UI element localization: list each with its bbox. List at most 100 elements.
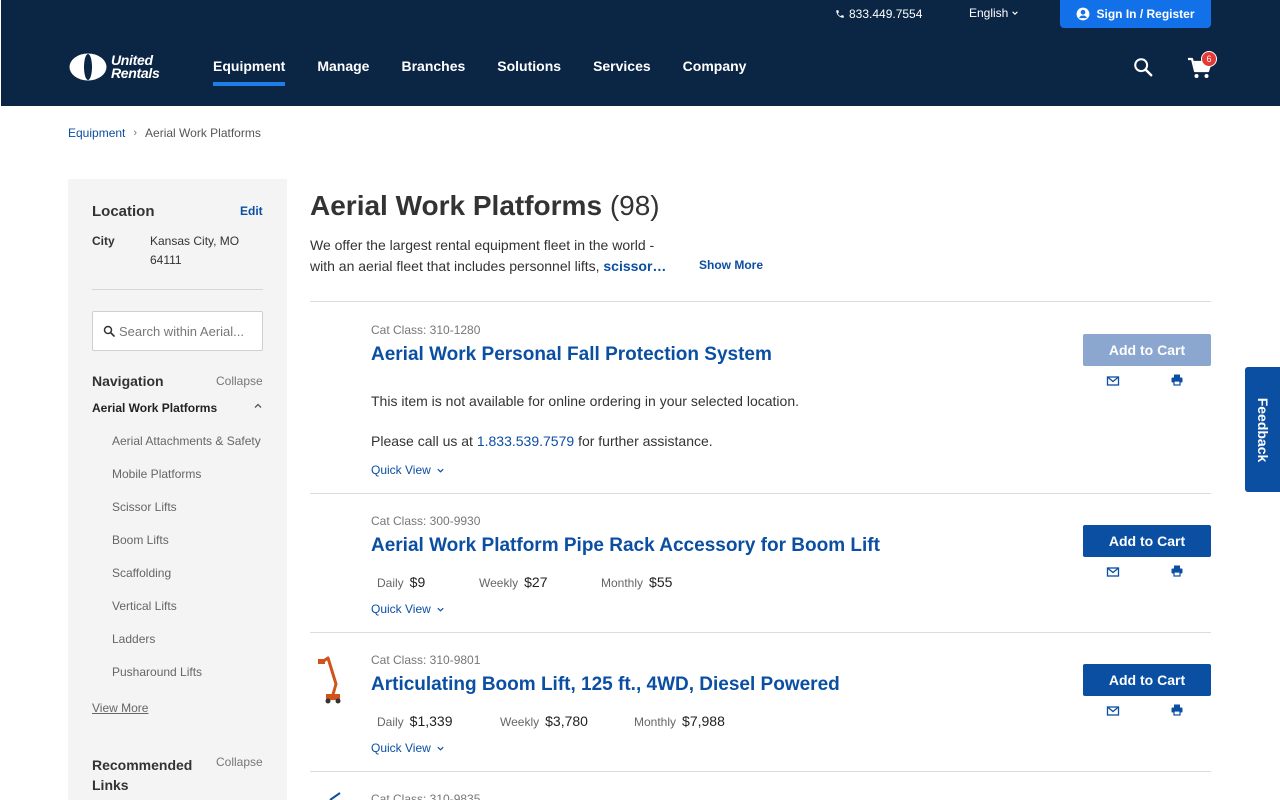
breadcrumb-current: Aerial Work Platforms: [145, 126, 261, 140]
sidebar-item-mobile-platforms[interactable]: Mobile Platforms: [112, 467, 201, 481]
description-highlight-link[interactable]: scissor…: [603, 258, 666, 274]
logo-line-2: Rentals: [111, 65, 160, 81]
city-value: Kansas City, MO 64111: [150, 232, 260, 270]
language-label: English: [969, 6, 1009, 20]
nav-branches[interactable]: Branches: [401, 58, 465, 82]
site-header: 833.449.7554 English Sign In / Register …: [0, 0, 1280, 106]
print-icon[interactable]: [1170, 703, 1184, 717]
sidebar-divider: [92, 289, 263, 290]
monthly-rate: Monthly $55: [601, 574, 672, 590]
phone-icon: [836, 10, 844, 18]
email-icon[interactable]: [1106, 704, 1120, 718]
monthly-price: $55: [649, 574, 673, 590]
product-cat-class: Cat Class: 300-9930: [371, 514, 481, 528]
description-line-2: with an aerial fleet that includes perso…: [310, 256, 680, 277]
email-icon[interactable]: [1106, 374, 1120, 388]
weekly-label: Weekly: [479, 576, 519, 590]
boom-lift-image[interactable]: [314, 654, 346, 704]
add-to-cart-button[interactable]: Add to Cart: [1083, 334, 1211, 366]
recommended-line-1: Recommended: [92, 757, 193, 773]
weekly-rate: Weekly $3,780: [500, 713, 588, 729]
quick-view-label: Quick View: [371, 463, 431, 477]
quick-view-label: Quick View: [371, 602, 431, 616]
chevron-down-icon: [437, 468, 444, 473]
filter-sidebar: Location Edit City Kansas City, MO 64111…: [68, 179, 287, 800]
navigation-title: Navigation: [92, 373, 164, 389]
description-line-2-text: with an aerial fleet that includes perso…: [310, 258, 600, 274]
divider: [310, 493, 1211, 494]
nav-solutions[interactable]: Solutions: [497, 58, 561, 82]
sign-in-label: Sign In / Register: [1096, 7, 1195, 21]
chevron-down-icon: [1012, 11, 1019, 15]
product-title-link[interactable]: Articulating Boom Lift, 125 ft., 4WD, Di…: [371, 674, 840, 696]
language-selector[interactable]: English: [969, 6, 1019, 20]
logo-mark-icon: [69, 53, 107, 81]
monthly-price: $7,988: [682, 713, 725, 729]
product-cat-class: Cat Class: 310-1280: [371, 323, 481, 337]
chevron-down-icon: [437, 607, 444, 612]
product-image[interactable]: [326, 792, 344, 800]
quick-view-toggle[interactable]: Quick View: [371, 463, 445, 477]
navigation-collapse-link[interactable]: Collapse: [216, 374, 263, 388]
recommended-collapse-link[interactable]: Collapse: [216, 755, 263, 769]
quick-view-toggle[interactable]: Quick View: [371, 741, 445, 755]
monthly-label: Monthly: [601, 576, 644, 590]
breadcrumb-equipment-link[interactable]: Equipment: [68, 126, 125, 140]
product-title-link[interactable]: Aerial Work Personal Fall Protection Sys…: [371, 344, 772, 366]
chevron-up-icon[interactable]: [253, 401, 263, 411]
sidebar-search-input[interactable]: [119, 323, 259, 339]
description-line-1: We offer the largest rental equipment fl…: [310, 237, 655, 253]
user-icon: [1077, 7, 1090, 21]
recommended-line-2: Links: [92, 777, 129, 793]
page-title: Aerial Work Platforms (98): [310, 190, 660, 222]
search-icon[interactable]: [1132, 56, 1154, 78]
call-phone-link[interactable]: 1.833.539.7579: [477, 433, 574, 449]
header-phone-number: 833.449.7554: [849, 7, 923, 21]
daily-rate: Daily $9: [377, 574, 425, 590]
show-more-link[interactable]: Show More: [699, 258, 763, 272]
divider: [310, 632, 1211, 633]
add-to-cart-button[interactable]: Add to Cart: [1083, 664, 1211, 696]
nav-company[interactable]: Company: [683, 58, 747, 82]
daily-price: $9: [409, 574, 426, 590]
email-icon[interactable]: [1106, 565, 1120, 579]
product-call-notice: Please call us at 1.833.539.7579 for fur…: [371, 433, 713, 449]
breadcrumb: Equipment › Aerial Work Platforms: [68, 126, 261, 140]
sidebar-item-ladders[interactable]: Ladders: [112, 632, 155, 646]
product-unavailable-notice: This item is not available for online or…: [371, 393, 800, 409]
monthly-label: Monthly: [634, 715, 677, 729]
product-cat-class: Cat Class: 310-9801: [371, 653, 481, 667]
sidebar-item-boom-lifts[interactable]: Boom Lifts: [112, 533, 169, 547]
print-icon[interactable]: [1170, 373, 1184, 387]
call-notice-post: for further assistance.: [578, 433, 713, 449]
sidebar-item-pusharound-lifts[interactable]: Pusharound Lifts: [112, 665, 202, 679]
print-icon[interactable]: [1170, 564, 1184, 578]
feedback-tab[interactable]: Feedback: [1245, 367, 1280, 492]
chevron-down-icon: [437, 746, 444, 751]
location-edit-link[interactable]: Edit: [240, 204, 263, 218]
breadcrumb-separator-icon: ›: [133, 127, 138, 139]
add-to-cart-button[interactable]: Add to Cart: [1083, 525, 1211, 557]
sidebar-search-box: [92, 311, 263, 351]
daily-label: Daily: [377, 715, 404, 729]
header-phone[interactable]: 833.449.7554: [835, 7, 922, 21]
sidebar-item-aerial-attachments[interactable]: Aerial Attachments & Safety: [112, 434, 261, 448]
logo-text: United Rentals: [111, 53, 160, 81]
weekly-price: $27: [524, 574, 548, 590]
daily-label: Daily: [377, 576, 404, 590]
feedback-label: Feedback: [1254, 397, 1271, 462]
sidebar-item-scissor-lifts[interactable]: Scissor Lifts: [112, 500, 177, 514]
sign-in-button[interactable]: Sign In / Register: [1060, 0, 1211, 28]
nav-manage[interactable]: Manage: [317, 58, 369, 82]
sidebar-item-vertical-lifts[interactable]: Vertical Lifts: [112, 599, 177, 613]
daily-price: $1,339: [409, 713, 453, 729]
united-rentals-logo[interactable]: United Rentals: [69, 53, 160, 81]
product-title-link[interactable]: Aerial Work Platform Pipe Rack Accessory…: [371, 535, 880, 557]
nav-equipment[interactable]: Equipment: [213, 58, 286, 86]
quick-view-toggle[interactable]: Quick View: [371, 602, 445, 616]
page-title-text: Aerial Work Platforms: [310, 190, 603, 221]
nav-category-aerial[interactable]: Aerial Work Platforms: [92, 401, 217, 415]
nav-services[interactable]: Services: [593, 58, 651, 82]
sidebar-item-scaffolding[interactable]: Scaffolding: [112, 566, 171, 580]
sidebar-view-more-link[interactable]: View More: [92, 701, 148, 715]
